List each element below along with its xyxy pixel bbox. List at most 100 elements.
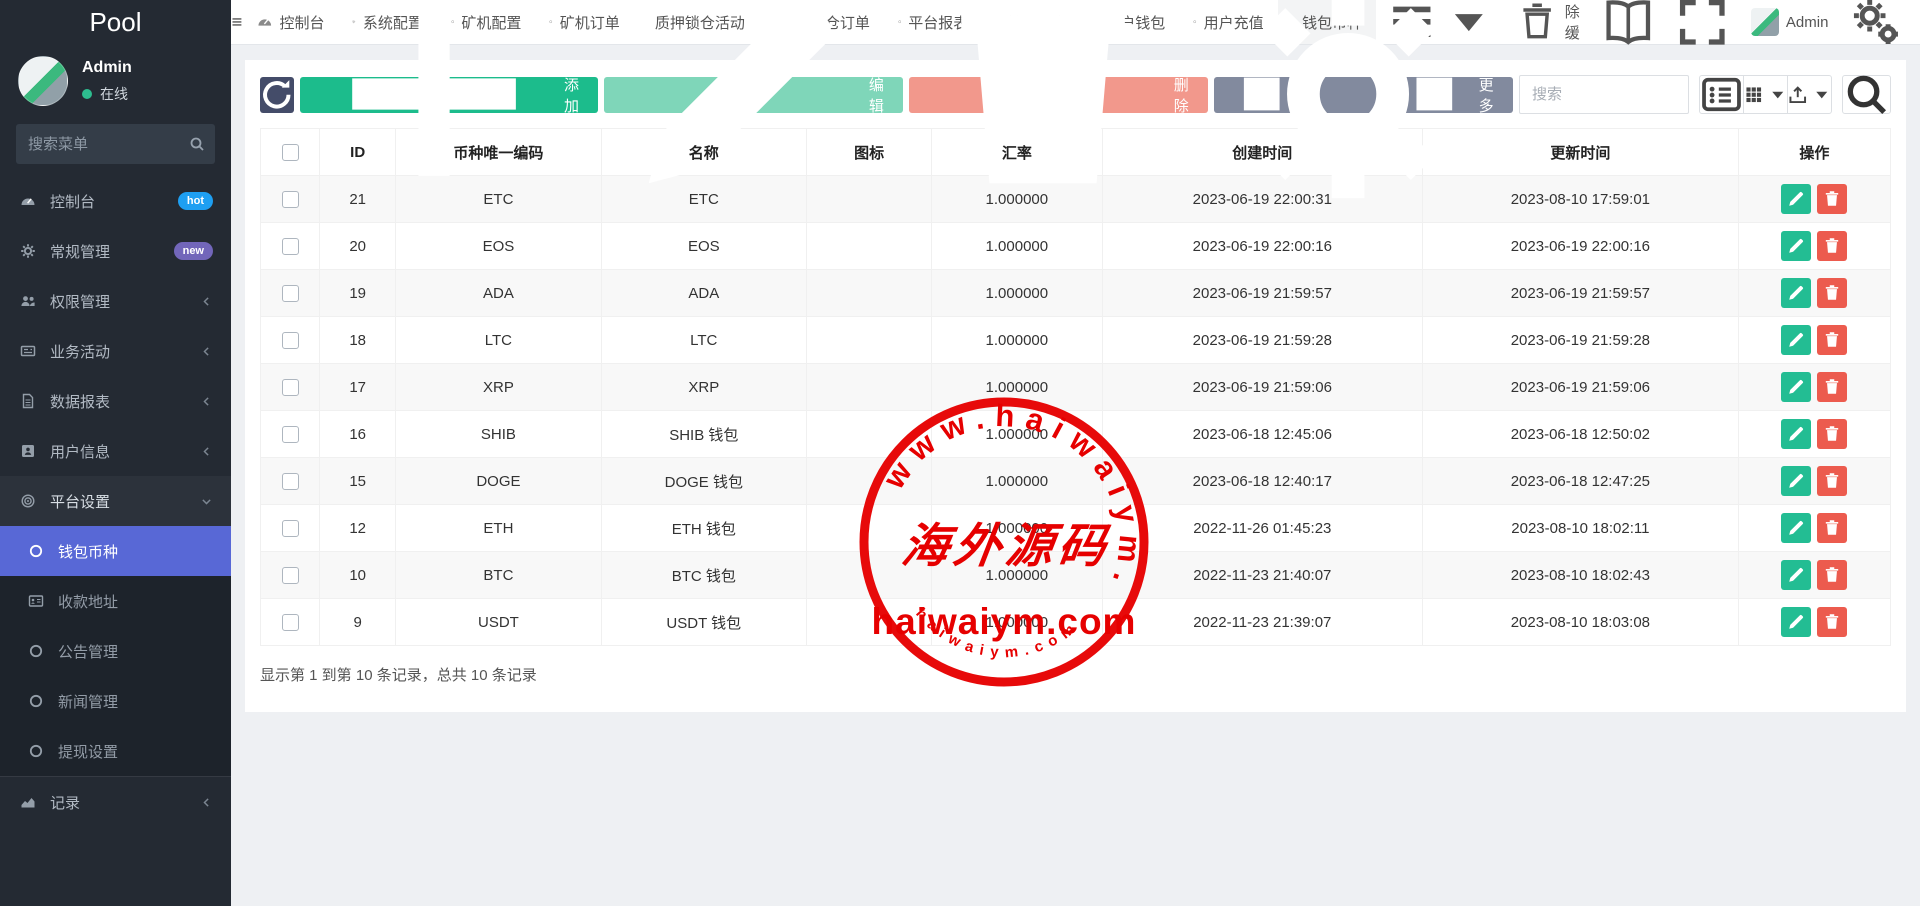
row-delete-button[interactable] (1817, 466, 1847, 496)
export-dropdown-button[interactable] (1787, 75, 1832, 114)
row-checkbox[interactable] (282, 238, 299, 255)
row-delete-button[interactable] (1817, 325, 1847, 355)
row-created: 2023-06-19 21:59:06 (1102, 364, 1423, 411)
menu-search-input[interactable] (16, 124, 215, 164)
row-checkbox[interactable] (282, 520, 299, 537)
sidebar-item[interactable]: 数据报表 (0, 376, 231, 426)
row-delete-button[interactable] (1817, 513, 1847, 543)
edit-button[interactable]: 编辑 (604, 77, 903, 113)
sidebar-item[interactable]: 业务活动 (0, 326, 231, 376)
clear-cache-button[interactable]: 清除缓存 (1505, 0, 1591, 44)
sidebar-toggle-button[interactable] (231, 0, 243, 44)
online-dot-icon (82, 89, 92, 99)
sidebar-group: 平台设置钱包币种收款地址公告管理新闻管理提现设置 (0, 476, 231, 776)
row-updated: 2023-08-10 18:02:11 (1423, 505, 1739, 552)
pencil-icon (1787, 190, 1805, 208)
delete-button[interactable]: 删除 (909, 77, 1208, 113)
sidebar-item[interactable]: 控制台hot (0, 176, 231, 226)
row-edit-button[interactable] (1781, 278, 1811, 308)
row-icon (806, 458, 931, 505)
row-name: EOS (601, 223, 806, 270)
gear-icon (1229, 0, 1467, 214)
column-header[interactable]: 操作 (1738, 129, 1890, 176)
row-name: XRP (601, 364, 806, 411)
sidebar-item[interactable]: 用户信息 (0, 426, 231, 476)
sidebar-subitem[interactable]: 新闻管理 (0, 676, 231, 726)
row-checkbox[interactable] (282, 614, 299, 631)
row-delete-button[interactable] (1817, 278, 1847, 308)
row-checkbox[interactable] (282, 332, 299, 349)
row-name: DOGE 钱包 (601, 458, 806, 505)
row-edit-button[interactable] (1781, 466, 1811, 496)
trash-icon (1823, 190, 1841, 208)
row-edit-button[interactable] (1781, 560, 1811, 590)
admin-menu[interactable]: Admin (1740, 0, 1840, 44)
chevron-left-icon (200, 445, 213, 458)
sidebar-subitem[interactable]: 钱包币种 (0, 526, 231, 576)
sidebar-subitem[interactable]: 公告管理 (0, 626, 231, 676)
row-checkbox[interactable] (282, 285, 299, 302)
sidebar-subitem[interactable]: 提现设置 (0, 726, 231, 776)
row-edit-button[interactable] (1781, 231, 1811, 261)
sidebar-item[interactable]: 权限管理 (0, 276, 231, 326)
refresh-button[interactable] (260, 77, 294, 113)
sidebar-item[interactable]: 记录 (0, 777, 231, 827)
pencil-icon (1787, 425, 1805, 443)
row-checkbox[interactable] (282, 379, 299, 396)
add-button[interactable]: 添加 (300, 77, 599, 113)
trash-icon (1823, 472, 1841, 490)
row-delete-button[interactable] (1817, 372, 1847, 402)
row-checkbox[interactable] (282, 567, 299, 584)
row-edit-button[interactable] (1781, 372, 1811, 402)
columns-dropdown-button[interactable] (1743, 75, 1788, 114)
row-code: BTC (396, 552, 601, 599)
row-edit-button[interactable] (1781, 607, 1811, 637)
row-edit-button[interactable] (1781, 419, 1811, 449)
row-delete-button[interactable] (1817, 231, 1847, 261)
row-code: ETH (396, 505, 601, 552)
edit-label: 编辑 (864, 74, 888, 116)
more-button[interactable]: 更多 (1214, 77, 1513, 113)
detail-view-button[interactable] (1699, 75, 1744, 114)
table-row: 17XRPXRP1.0000002023-06-19 21:59:062023-… (261, 364, 1891, 411)
sidebar-item[interactable]: 平台设置 (0, 476, 231, 526)
nav-tab-label: 矿机订单 (560, 12, 620, 33)
sidebar-subitem[interactable]: 收款地址 (0, 576, 231, 626)
row-code: ADA (396, 270, 601, 317)
sidebar-subitem-label: 公告管理 (58, 641, 118, 662)
row-rate: 1.000000 (932, 223, 1102, 270)
row-checkbox[interactable] (282, 191, 299, 208)
grid-icon (1744, 85, 1764, 105)
gear-icon (18, 243, 38, 259)
settings-button[interactable] (1839, 0, 1914, 44)
row-edit-button[interactable] (1781, 184, 1811, 214)
row-icon (806, 552, 931, 599)
column-header[interactable]: 更新时间 (1423, 129, 1739, 176)
row-code: XRP (396, 364, 601, 411)
row-checkbox[interactable] (282, 426, 299, 443)
sidebar-item[interactable]: 常规管理new (0, 226, 231, 276)
table-search-input[interactable] (1519, 75, 1689, 114)
row-edit-button[interactable] (1781, 513, 1811, 543)
user-panel[interactable]: Admin 在线 (0, 44, 231, 114)
language-button[interactable] (1591, 0, 1666, 44)
row-delete-button[interactable] (1817, 419, 1847, 449)
row-checkbox[interactable] (282, 473, 299, 490)
search-button[interactable] (1842, 75, 1891, 114)
row-delete-button[interactable] (1817, 560, 1847, 590)
row-id: 10 (320, 552, 396, 599)
row-select-cell (261, 599, 320, 646)
fullscreen-button[interactable] (1665, 0, 1740, 44)
row-actions (1738, 411, 1890, 458)
row-edit-button[interactable] (1781, 325, 1811, 355)
file-icon (18, 393, 38, 409)
table-row: 12ETHETH 钱包1.0000002022-11-26 01:45:2320… (261, 505, 1891, 552)
row-name: ADA (601, 270, 806, 317)
select-all-checkbox[interactable] (282, 144, 299, 161)
row-updated: 2023-08-10 17:59:01 (1423, 176, 1739, 223)
row-rate: 1.000000 (932, 458, 1102, 505)
row-delete-button[interactable] (1817, 607, 1847, 637)
table-row: 19ADAADA1.0000002023-06-19 21:59:572023-… (261, 270, 1891, 317)
row-delete-button[interactable] (1817, 184, 1847, 214)
user-status: 在线 (82, 84, 132, 104)
